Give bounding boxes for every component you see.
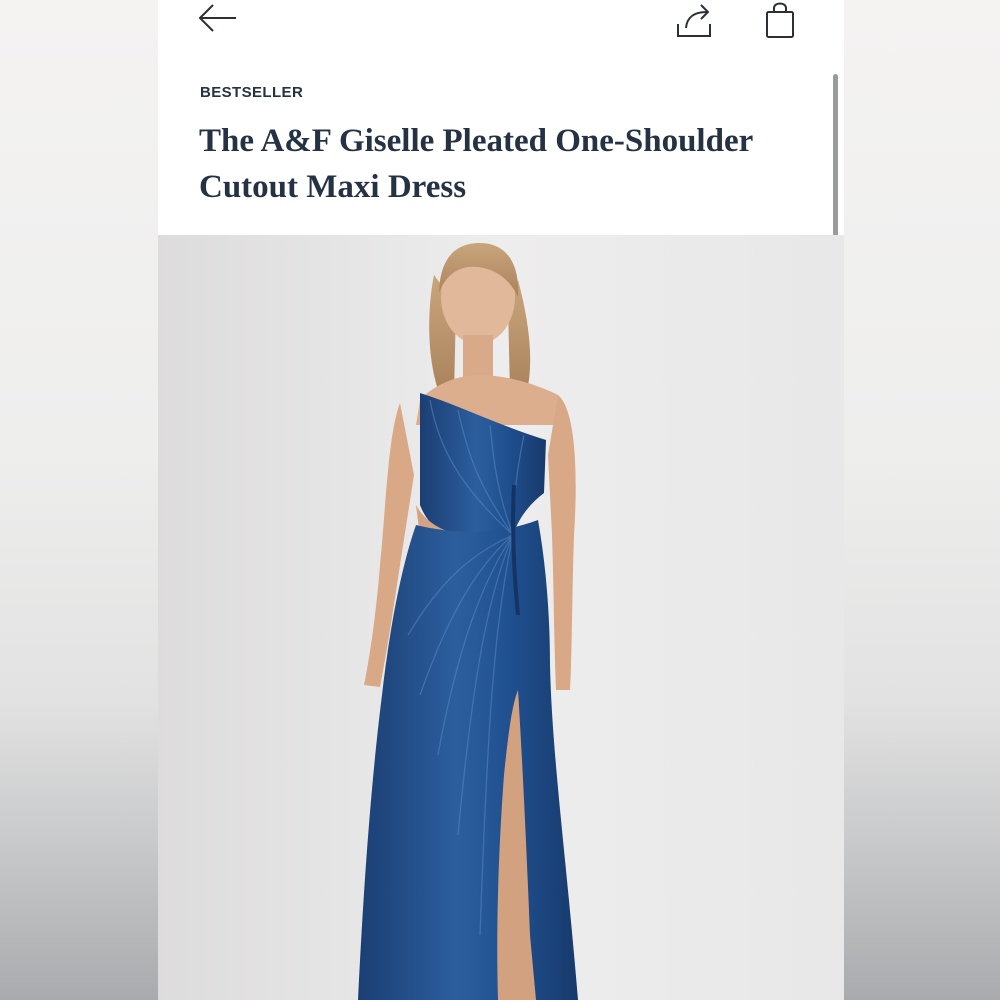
product-image[interactable] bbox=[158, 235, 844, 1000]
product-page: BESTSELLER The A&F Giselle Pleated One-S… bbox=[158, 0, 844, 1000]
shopping-bag-icon[interactable] bbox=[762, 0, 798, 40]
share-icon[interactable] bbox=[674, 0, 716, 40]
backdrop-left bbox=[0, 0, 158, 1000]
top-navigation-bar bbox=[158, 0, 844, 48]
bestseller-badge: BESTSELLER bbox=[200, 84, 304, 101]
product-title: The A&F Giselle Pleated One-Shoulder Cut… bbox=[199, 123, 753, 205]
backdrop-right bbox=[844, 0, 1000, 1000]
back-arrow-icon[interactable] bbox=[196, 0, 240, 36]
